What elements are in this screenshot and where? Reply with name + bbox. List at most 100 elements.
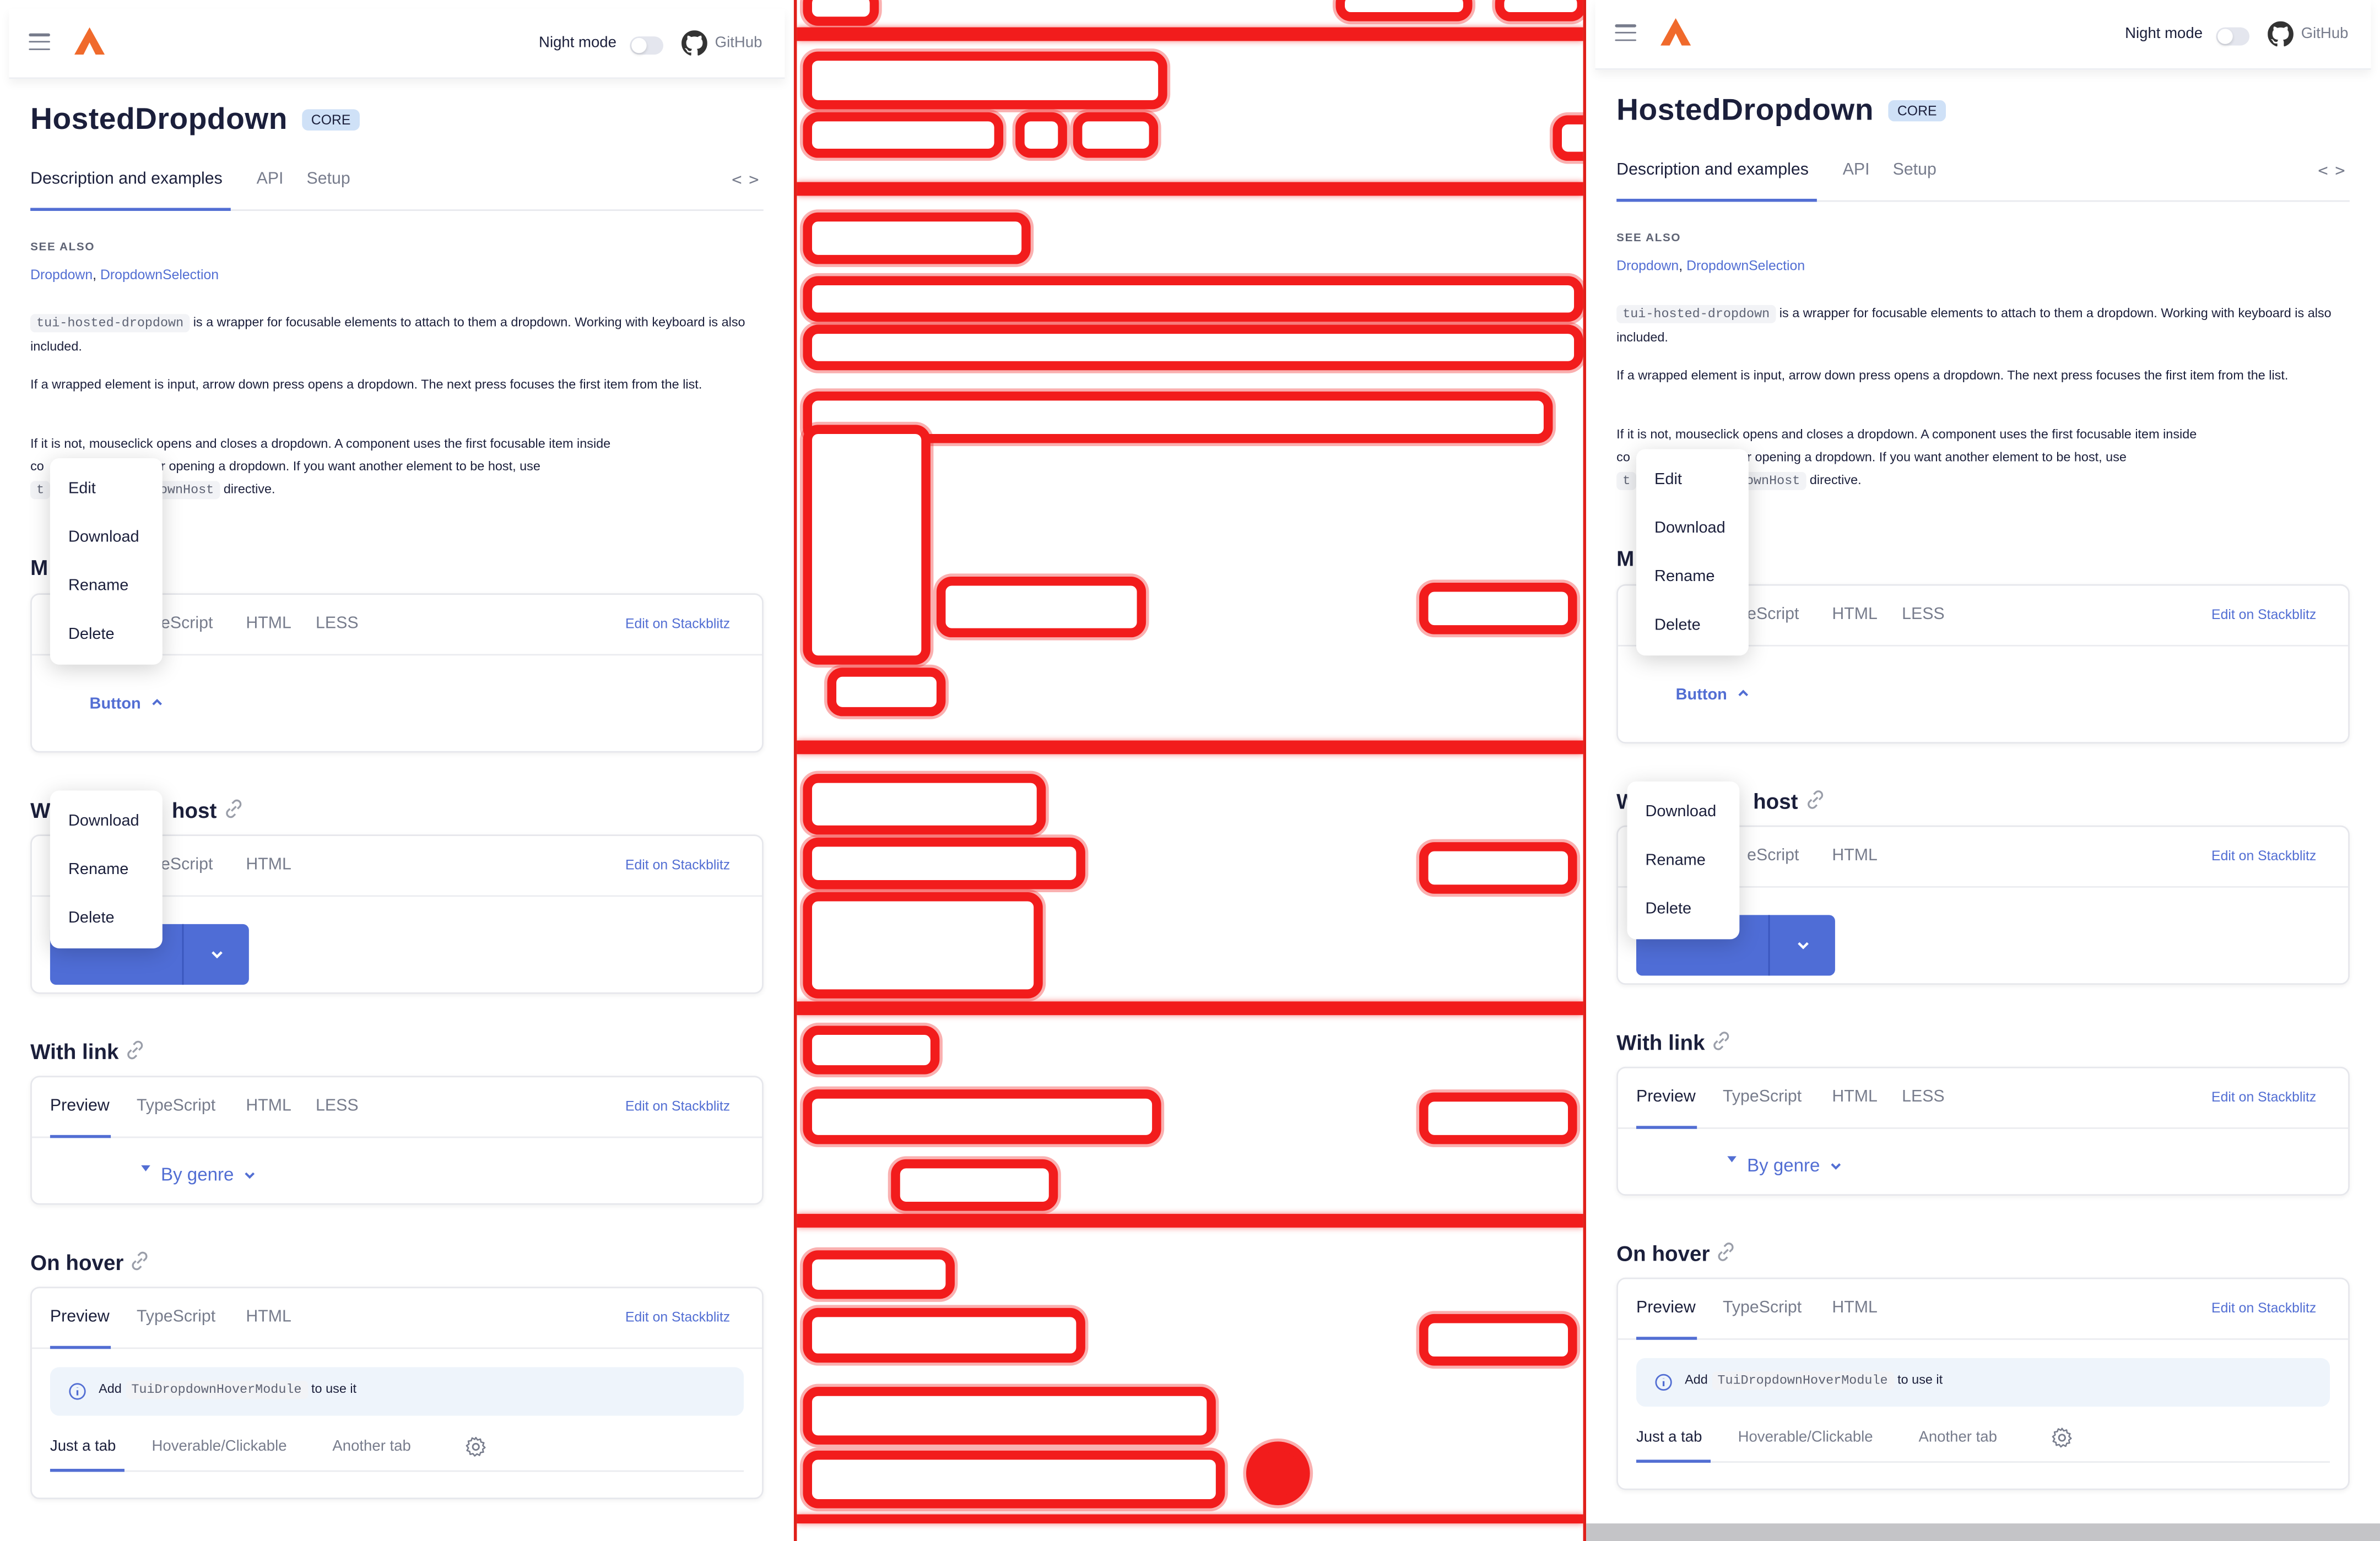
menu-item-delete[interactable]: Delete — [50, 610, 163, 659]
dropdown-button[interactable]: Button — [1676, 686, 1750, 704]
night-mode-toggle[interactable] — [2216, 27, 2250, 46]
tab-hoverable-clickable[interactable]: Hoverable/Clickable — [152, 1439, 287, 1455]
tab-description[interactable]: Description and examples — [30, 170, 223, 188]
link-icon[interactable] — [123, 1038, 148, 1062]
tab-setup[interactable]: Setup — [307, 170, 350, 188]
tab-preview[interactable]: Preview — [50, 1308, 110, 1326]
menu-item-download[interactable]: Download — [50, 513, 163, 561]
edit-on-stackblitz-link[interactable]: Edit on Stackblitz — [625, 616, 730, 632]
tab-typescript[interactable]: TypeScript — [137, 1308, 215, 1326]
gear-icon[interactable] — [2051, 1426, 2073, 1449]
tab-less[interactable]: LESS — [1902, 605, 1945, 623]
active-tab-underline — [50, 1468, 125, 1472]
active-tab-underline — [1636, 1459, 1711, 1463]
tab-typescript[interactable]: eScript — [1747, 847, 1799, 865]
github-label[interactable]: GitHub — [2301, 26, 2349, 42]
menu-item-rename[interactable]: Rename — [50, 561, 163, 610]
tab-just-a-tab[interactable]: Just a tab — [1636, 1429, 1702, 1446]
menu-item-download[interactable]: Download — [1636, 504, 1749, 552]
tab-api[interactable]: API — [1843, 161, 1870, 179]
tab-another-tab[interactable]: Another tab — [332, 1439, 410, 1455]
tab-setup[interactable]: Setup — [1893, 161, 1937, 179]
link-icon[interactable] — [1714, 1240, 1739, 1264]
tab-preview[interactable]: Preview — [1636, 1088, 1696, 1106]
link-icon[interactable] — [1710, 1029, 1734, 1053]
menu-item-delete[interactable]: Delete — [1627, 885, 1739, 933]
edit-on-stackblitz-link[interactable]: Edit on Stackblitz — [625, 1099, 730, 1114]
menu-item-download[interactable]: Download — [1627, 788, 1739, 836]
menu-item-edit[interactable]: Edit — [1636, 455, 1749, 504]
menu-item-download[interactable]: Download — [50, 796, 163, 845]
github-icon[interactable] — [681, 30, 707, 56]
tab-description[interactable]: Description and examples — [1616, 161, 1809, 179]
tab-typescript[interactable]: TypeScript — [1723, 1299, 1802, 1317]
night-mode-toggle[interactable] — [630, 36, 663, 55]
core-badge: CORE — [302, 109, 360, 131]
edit-on-stackblitz-link[interactable]: Edit on Stackblitz — [2211, 1300, 2316, 1316]
link-icon[interactable] — [221, 796, 246, 821]
tab-typescript[interactable]: eScript — [161, 615, 213, 633]
menu-item-delete[interactable]: Delete — [1636, 601, 1749, 649]
diff-blob — [803, 1089, 1161, 1144]
link-dropdown-selection[interactable]: DropdownSelection — [100, 267, 219, 283]
tab-less[interactable]: LESS — [1902, 1088, 1945, 1106]
tab-html[interactable]: HTML — [1832, 847, 1878, 865]
logo-icon[interactable] — [73, 26, 106, 56]
tab-hoverable-clickable[interactable]: Hoverable/Clickable — [1738, 1429, 1873, 1446]
tab-html[interactable]: HTML — [1832, 1299, 1878, 1317]
link-icon[interactable] — [1803, 788, 1827, 812]
active-tab-underline — [50, 1135, 111, 1138]
top-header: Night mode GitHub — [1595, 0, 2371, 70]
tab-typescript[interactable]: TypeScript — [137, 1097, 215, 1115]
dropdown-button[interactable]: Button — [90, 695, 164, 713]
tab-html[interactable]: HTML — [1832, 605, 1878, 623]
by-genre-dropdown[interactable]: By genre — [1726, 1153, 1843, 1176]
edit-on-stackblitz-link[interactable]: Edit on Stackblitz — [2211, 1089, 2316, 1105]
diff-blob — [803, 1025, 940, 1075]
gear-icon[interactable] — [464, 1435, 487, 1458]
tab-preview[interactable]: Preview — [50, 1097, 110, 1115]
tab-html[interactable]: HTML — [246, 1308, 291, 1326]
edit-on-stackblitz-link[interactable]: Edit on Stackblitz — [625, 1310, 730, 1325]
menu-item-delete[interactable]: Delete — [50, 894, 163, 942]
code-icon[interactable]: < > — [2318, 161, 2345, 181]
tab-api[interactable]: API — [257, 170, 284, 188]
menu-item-rename[interactable]: Rename — [1627, 836, 1739, 885]
menu-item-edit[interactable]: Edit — [50, 464, 163, 513]
menu-item-rename[interactable]: Rename — [50, 845, 163, 894]
diff-line — [797, 1514, 1583, 1524]
edit-on-stackblitz-link[interactable]: Edit on Stackblitz — [2211, 607, 2316, 622]
left-screenshot-panel: Night mode GitHub HostedDropdown CORE De… — [0, 0, 794, 1541]
github-label[interactable]: GitHub — [715, 35, 762, 51]
by-genre-dropdown[interactable]: By genre — [139, 1162, 256, 1185]
tab-less[interactable]: LESS — [316, 1097, 359, 1115]
p3-line-1: If it is not, mouseclick opens and close… — [30, 435, 611, 451]
example-4-card: Preview TypeScript HTML Edit on Stackbli… — [30, 1287, 764, 1500]
tab-typescript[interactable]: eScript — [161, 856, 213, 874]
menu-icon[interactable] — [1615, 24, 1636, 41]
link-dropdown[interactable]: Dropdown — [1616, 258, 1679, 273]
tab-html[interactable]: HTML — [246, 1097, 291, 1115]
tab-html[interactable]: HTML — [1832, 1088, 1878, 1106]
split-button-dropdown[interactable] — [185, 924, 249, 985]
tab-typescript[interactable]: TypeScript — [1723, 1088, 1802, 1106]
link-dropdown-selection[interactable]: DropdownSelection — [1686, 258, 1805, 273]
menu-icon[interactable] — [29, 33, 50, 50]
tab-typescript[interactable]: eScript — [1747, 605, 1799, 623]
github-icon[interactable] — [2268, 21, 2294, 47]
split-button-dropdown[interactable] — [1771, 915, 1835, 975]
tab-html[interactable]: HTML — [246, 615, 291, 633]
logo-icon[interactable] — [1659, 17, 1692, 47]
tab-html[interactable]: HTML — [246, 856, 291, 874]
edit-on-stackblitz-link[interactable]: Edit on Stackblitz — [2211, 848, 2316, 864]
link-icon[interactable] — [128, 1249, 153, 1273]
menu-item-rename[interactable]: Rename — [1636, 552, 1749, 601]
tab-less[interactable]: LESS — [316, 615, 359, 633]
button-label: Button — [89, 694, 141, 713]
code-icon[interactable]: < > — [732, 170, 759, 190]
edit-on-stackblitz-link[interactable]: Edit on Stackblitz — [625, 858, 730, 873]
tab-another-tab[interactable]: Another tab — [1918, 1429, 1997, 1446]
tab-just-a-tab[interactable]: Just a tab — [50, 1439, 116, 1455]
tab-preview[interactable]: Preview — [1636, 1299, 1696, 1317]
link-dropdown[interactable]: Dropdown — [30, 267, 93, 283]
